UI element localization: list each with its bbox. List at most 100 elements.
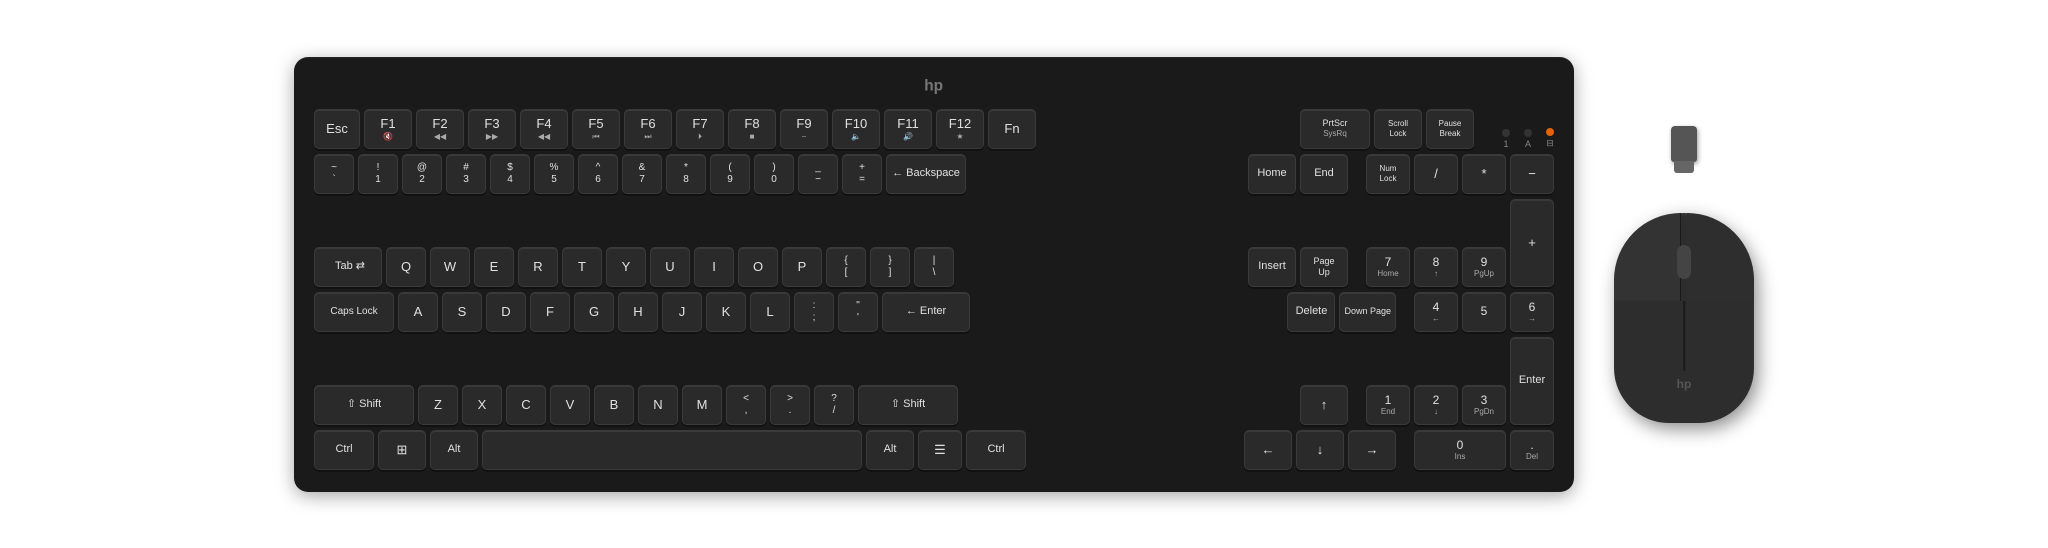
key-num-minus[interactable]: − [1510,154,1554,194]
key-8[interactable]: *8 [666,154,706,194]
key-backslash[interactable]: |\ [914,247,954,287]
key-page-up[interactable]: PageUp [1300,247,1348,287]
key-ctrl-right[interactable]: Ctrl [966,430,1026,470]
key-n[interactable]: N [638,385,678,425]
key-enter[interactable]: ← Enter [882,292,970,332]
mouse-left-button[interactable] [1614,213,1681,301]
key-minus[interactable]: _− [798,154,838,194]
key-o[interactable]: O [738,247,778,287]
key-h[interactable]: H [618,292,658,332]
key-page-down[interactable]: Down Page [1339,292,1396,332]
key-f3[interactable]: F3▶▶ [468,109,516,149]
key-num-enter[interactable]: Enter [1510,337,1554,425]
key-num-0[interactable]: 0Ins [1414,430,1506,470]
key-esc[interactable]: Esc [314,109,360,149]
key-b[interactable]: B [594,385,634,425]
key-f9[interactable]: F9− [780,109,828,149]
key-1[interactable]: !1 [358,154,398,194]
key-shift-left[interactable]: ⇧ Shift [314,385,414,425]
key-0[interactable]: )0 [754,154,794,194]
key-i[interactable]: I [694,247,734,287]
key-f1[interactable]: F1🔇 [364,109,412,149]
key-q[interactable]: Q [386,247,426,287]
key-rbracket[interactable]: }] [870,247,910,287]
key-quote[interactable]: "' [838,292,878,332]
key-f[interactable]: F [530,292,570,332]
key-menu[interactable]: ☰ [918,430,962,470]
key-num-5[interactable]: 5 [1462,292,1506,332]
key-f7[interactable]: F7⏵ [676,109,724,149]
key-backspace[interactable]: ← Backspace [886,154,966,194]
key-3[interactable]: #3 [446,154,486,194]
key-v[interactable]: V [550,385,590,425]
key-comma[interactable]: <, [726,385,766,425]
key-l[interactable]: L [750,292,790,332]
key-shift-right[interactable]: ⇧ Shift [858,385,958,425]
key-end[interactable]: End [1300,154,1348,194]
key-lbracket[interactable]: {[ [826,247,866,287]
key-right-arrow[interactable]: → [1348,430,1396,470]
key-num-2[interactable]: 2↓ [1414,385,1458,425]
key-z[interactable]: Z [418,385,458,425]
mouse-right-button[interactable] [1687,213,1754,301]
key-ctrl-left[interactable]: Ctrl [314,430,374,470]
key-c[interactable]: C [506,385,546,425]
key-x[interactable]: X [462,385,502,425]
key-backtick[interactable]: ~` [314,154,354,194]
key-m[interactable]: M [682,385,722,425]
key-e[interactable]: E [474,247,514,287]
key-insert[interactable]: Insert [1248,247,1296,287]
key-num-3[interactable]: 3PgDn [1462,385,1506,425]
key-u[interactable]: U [650,247,690,287]
key-7[interactable]: &7 [622,154,662,194]
key-num-plus[interactable]: + [1510,199,1554,287]
key-k[interactable]: K [706,292,746,332]
key-r[interactable]: R [518,247,558,287]
key-2[interactable]: @2 [402,154,442,194]
key-up-arrow[interactable]: ↑ [1300,385,1348,425]
key-j[interactable]: J [662,292,702,332]
key-num-dot[interactable]: .Del [1510,430,1554,470]
key-num-4[interactable]: 4← [1414,292,1458,332]
key-left-arrow[interactable]: ← [1244,430,1292,470]
key-num-1[interactable]: 1End [1366,385,1410,425]
key-f12[interactable]: F12★ [936,109,984,149]
key-f6[interactable]: F6⏭ [624,109,672,149]
key-g[interactable]: G [574,292,614,332]
key-6[interactable]: ^6 [578,154,618,194]
key-prtscr[interactable]: PrtScrSysRq [1300,109,1370,149]
key-9[interactable]: (9 [710,154,750,194]
key-f5[interactable]: F5⏮ [572,109,620,149]
key-num-6[interactable]: 6→ [1510,292,1554,332]
key-num-lock[interactable]: NumLock [1366,154,1410,194]
key-4[interactable]: $4 [490,154,530,194]
key-home[interactable]: Home [1248,154,1296,194]
key-num-asterisk[interactable]: * [1462,154,1506,194]
key-tab[interactable]: Tab ⇄ [314,247,382,287]
key-s[interactable]: S [442,292,482,332]
key-alt-left[interactable]: Alt [430,430,478,470]
key-t[interactable]: T [562,247,602,287]
key-slash[interactable]: ?/ [814,385,854,425]
key-caps-lock[interactable]: Caps Lock [314,292,394,332]
key-f2[interactable]: F2◀◀ [416,109,464,149]
key-y[interactable]: Y [606,247,646,287]
key-5[interactable]: %5 [534,154,574,194]
key-alt-right[interactable]: Alt [866,430,914,470]
key-scroll-lock[interactable]: ScrollLock [1374,109,1422,149]
key-f4[interactable]: F4◀◀ [520,109,568,149]
key-semicolon[interactable]: :; [794,292,834,332]
key-down-arrow[interactable]: ↓ [1296,430,1344,470]
key-num-slash[interactable]: / [1414,154,1458,194]
key-f8[interactable]: F8■ [728,109,776,149]
key-num-7[interactable]: 7Home [1366,247,1410,287]
key-f11[interactable]: F11🔊 [884,109,932,149]
key-space[interactable] [482,430,862,470]
key-delete[interactable]: Delete [1287,292,1335,332]
key-num-8[interactable]: 8↑ [1414,247,1458,287]
mouse-scroll-wheel[interactable] [1677,245,1691,279]
key-num-9[interactable]: 9PgUp [1462,247,1506,287]
key-a[interactable]: A [398,292,438,332]
key-windows[interactable]: ⊞ [378,430,426,470]
key-f10[interactable]: F10🔈 [832,109,880,149]
